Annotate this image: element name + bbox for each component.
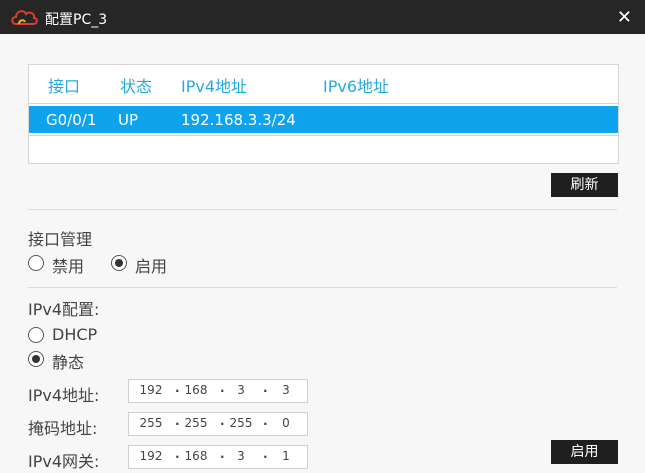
section-divider — [28, 287, 617, 288]
section-divider — [28, 209, 617, 210]
octet: 168 — [184, 449, 208, 463]
window-title: 配置PC_3 — [45, 12, 108, 28]
ipv4-address-field[interactable]: 192 . 168 . 3 . 3 — [128, 379, 308, 403]
octet: 3 — [237, 383, 245, 397]
column-header-ipv4: IPv4地址 — [181, 77, 248, 96]
octet-separator: . — [263, 381, 268, 395]
cell-status: UP — [118, 111, 139, 129]
octet: 192 — [139, 383, 163, 397]
title-bar: 配置PC_3 ✕ — [0, 0, 645, 34]
octet: 168 — [184, 383, 208, 397]
table-row[interactable]: G0/0/1 UP 192.168.3.3/24 — [29, 106, 618, 133]
cell-interface: G0/0/1 — [46, 111, 97, 129]
enable-radio[interactable] — [111, 255, 127, 271]
column-header-interface: 接口 — [48, 77, 81, 96]
ipv4-address-label: IPv4地址: — [28, 386, 100, 405]
octet: 1 — [282, 449, 290, 463]
enable-label: 启用 — [135, 257, 168, 276]
disable-radio[interactable] — [28, 255, 44, 271]
header-divider — [29, 103, 618, 104]
row-divider — [29, 135, 618, 136]
octet: 3 — [237, 449, 245, 463]
disable-label: 禁用 — [52, 257, 85, 276]
octet-separator: . — [263, 414, 268, 428]
ipv4-config-title: IPv4配置: — [28, 300, 100, 319]
octet: 192 — [139, 449, 163, 463]
refresh-button[interactable]: 刷新 — [551, 173, 618, 197]
mask-field[interactable]: 255 . 255 . 255 . 0 — [128, 412, 308, 436]
static-label: 静态 — [52, 353, 85, 372]
column-header-status: 状态 — [120, 77, 153, 96]
interface-table: 接口 状态 IPv4地址 IPv6地址 G0/0/1 UP 192.168.3.… — [28, 64, 619, 164]
gateway-label: IPv4网关: — [28, 452, 100, 471]
column-header-ipv6: IPv6地址 — [323, 77, 390, 96]
octet: 255 — [229, 416, 253, 430]
dhcp-radio[interactable] — [28, 327, 44, 343]
cloud-logo-icon — [11, 10, 38, 25]
octet: 3 — [282, 383, 290, 397]
cell-ipv4: 192.168.3.3/24 — [181, 111, 296, 129]
octet-separator: . — [263, 447, 268, 461]
close-icon[interactable]: ✕ — [617, 7, 632, 28]
octet: 255 — [139, 416, 163, 430]
static-radio[interactable] — [28, 351, 44, 367]
octet: 255 — [184, 416, 208, 430]
gateway-field[interactable]: 192 . 168 . 3 . 1 — [128, 445, 308, 469]
octet: 0 — [282, 416, 290, 430]
interface-mgmt-title: 接口管理 — [28, 230, 93, 249]
dhcp-label: DHCP — [52, 325, 98, 344]
apply-button[interactable]: 启用 — [551, 440, 618, 464]
mask-label: 掩码地址: — [28, 419, 98, 438]
